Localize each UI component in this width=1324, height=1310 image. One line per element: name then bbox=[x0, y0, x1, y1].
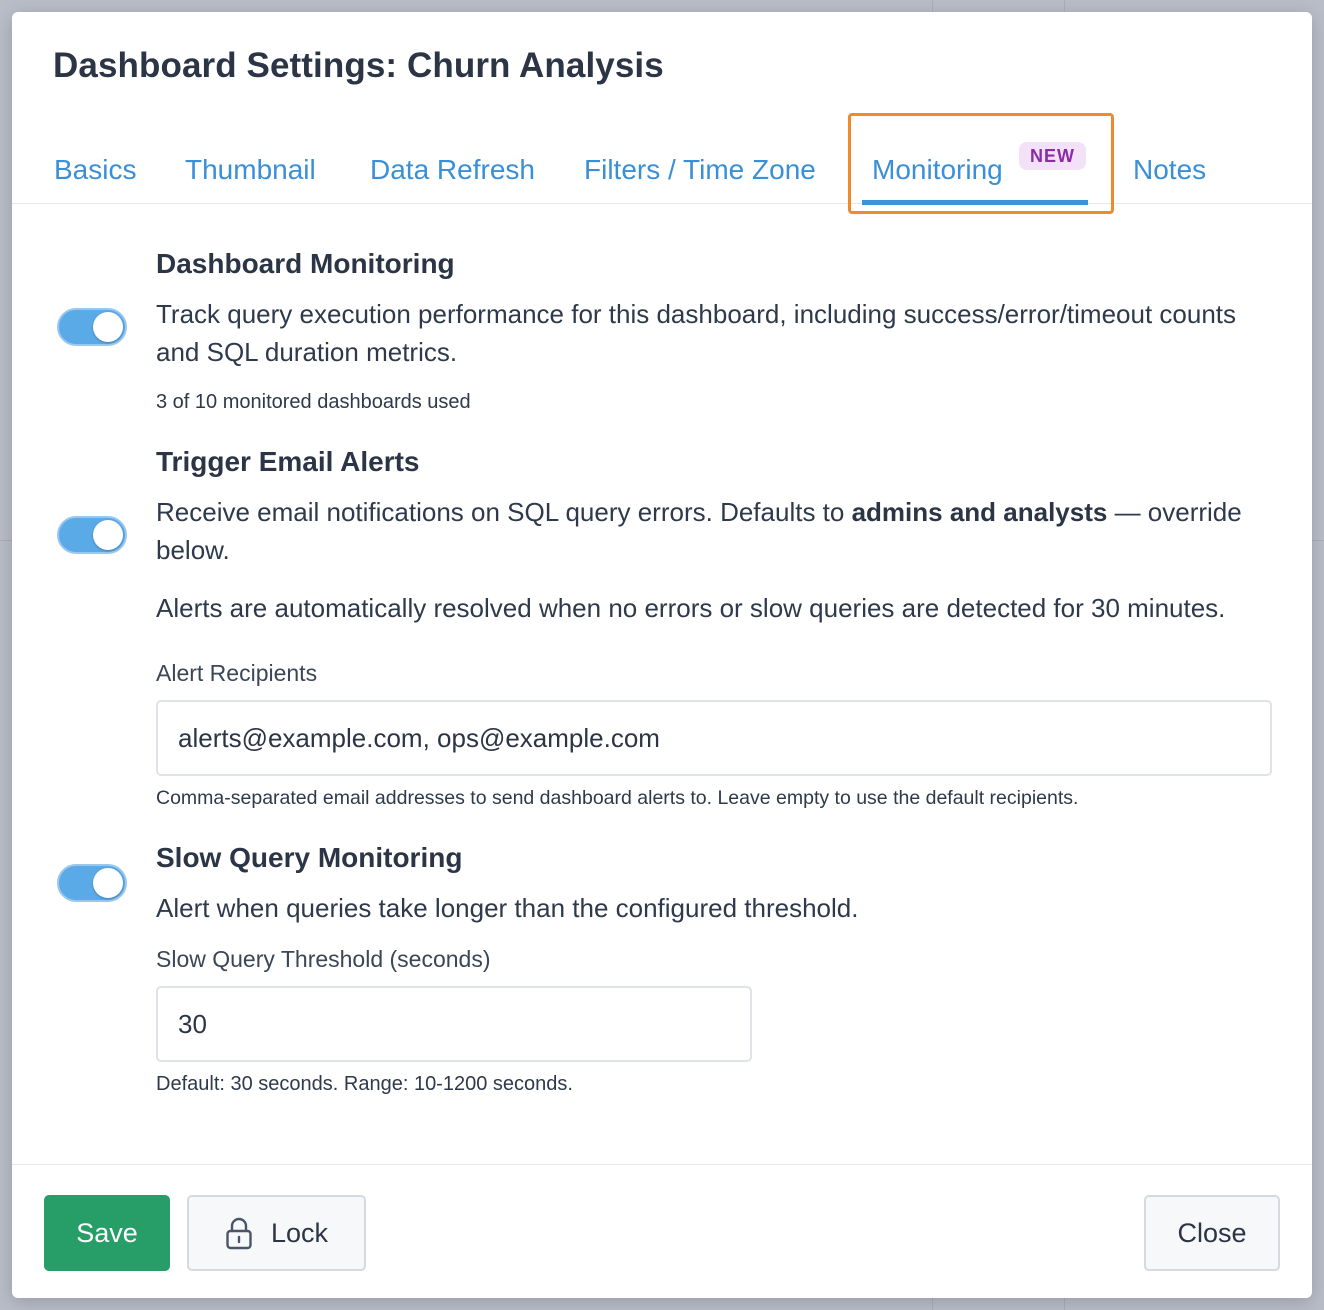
tab-filters-time-zone[interactable]: Filters / Time Zone bbox=[584, 154, 816, 186]
tab-notes[interactable]: Notes bbox=[1133, 154, 1206, 186]
email-alerts-title: Trigger Email Alerts bbox=[156, 446, 420, 477]
dashboard-monitoring-description: Track query execution performance for th… bbox=[156, 299, 1237, 367]
toggle-knob bbox=[93, 520, 123, 550]
lock-button[interactable]: Lock bbox=[187, 1195, 366, 1271]
tab-data-refresh[interactable]: Data Refresh bbox=[370, 154, 535, 186]
email-alerts-description: Receive email notifications on SQL query… bbox=[156, 497, 1242, 565]
toggle-knob bbox=[93, 312, 123, 342]
email-alerts-toggle[interactable] bbox=[57, 516, 127, 554]
tab-basics[interactable]: Basics bbox=[54, 154, 136, 186]
monitoring-usage-text: 3 of 10 monitored dashboards used bbox=[156, 391, 471, 413]
alert-recipients-help: Comma-separated email addresses to send … bbox=[156, 787, 1079, 809]
lock-icon bbox=[226, 1217, 252, 1250]
save-button[interactable]: Save bbox=[44, 1195, 170, 1271]
modal-footer: Save Lock Close bbox=[12, 1164, 1312, 1298]
close-button[interactable]: Close bbox=[1144, 1195, 1280, 1271]
settings-modal: Dashboard Settings: Churn Analysis Basic… bbox=[12, 12, 1312, 1298]
alert-recipients-label: Alert Recipients bbox=[156, 660, 318, 686]
slow-query-threshold-input[interactable] bbox=[156, 986, 752, 1062]
tab-bar: Basics Thumbnail Data Refresh Filters / … bbox=[12, 124, 1312, 204]
slow-query-description: Alert when queries take longer than the … bbox=[156, 893, 859, 923]
active-tab-highlight bbox=[848, 113, 1114, 214]
slow-query-title: Slow Query Monitoring bbox=[156, 842, 463, 873]
dashboard-monitoring-title: Dashboard Monitoring bbox=[156, 248, 455, 279]
modal-title: Dashboard Settings: Churn Analysis bbox=[53, 46, 664, 85]
default-recipients-emphasis: admins and analysts bbox=[851, 497, 1108, 527]
slow-query-threshold-help: Default: 30 seconds. Range: 10-1200 seco… bbox=[156, 1073, 573, 1095]
slow-query-threshold-label: Slow Query Threshold (seconds) bbox=[156, 946, 491, 972]
slow-query-toggle[interactable] bbox=[57, 864, 127, 902]
alert-recipients-input[interactable] bbox=[156, 700, 1272, 776]
dashboard-monitoring-toggle[interactable] bbox=[57, 308, 127, 346]
tab-thumbnail[interactable]: Thumbnail bbox=[185, 154, 316, 186]
alerts-resolve-note: Alerts are automatically resolved when n… bbox=[156, 593, 1226, 623]
toggle-knob bbox=[93, 868, 123, 898]
